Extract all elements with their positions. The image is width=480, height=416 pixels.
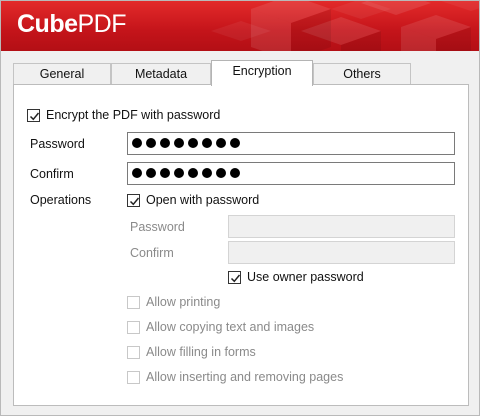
user-confirm-input[interactable] — [228, 241, 455, 264]
cubepdf-logo: CubePDF — [17, 10, 126, 39]
open-with-password-checkbox[interactable] — [127, 194, 140, 207]
tab-metadata[interactable]: Metadata — [111, 63, 211, 85]
logo-light-text: PDF — [77, 10, 127, 38]
allow-inserting-pages-label: Allow inserting and removing pages — [146, 370, 344, 384]
brand-banner: CubePDF — [1, 1, 479, 51]
password-mask — [132, 138, 240, 150]
allow-filling-forms-label: Allow filling in forms — [146, 345, 256, 359]
owner-confirm-input[interactable] — [127, 162, 455, 185]
open-with-password-label: Open with password — [146, 193, 260, 207]
operations-label: Operations — [30, 193, 92, 207]
password-label: Password — [30, 137, 85, 151]
logo-bold-text: Cube — [17, 10, 78, 38]
user-confirm-label: Confirm — [130, 246, 174, 260]
confirm-mask — [132, 168, 240, 180]
encrypt-label: Encrypt the PDF with password — [46, 108, 221, 122]
allow-copying-checkbox[interactable] — [127, 321, 140, 334]
checkmark-icon — [230, 274, 241, 283]
use-owner-password-checkbox[interactable] — [228, 271, 241, 284]
confirm-label: Confirm — [30, 167, 74, 181]
allow-inserting-pages-checkbox[interactable] — [127, 371, 140, 384]
allow-printing-checkbox[interactable] — [127, 296, 140, 309]
allow-printing-label: Allow printing — [146, 295, 221, 309]
encrypt-checkbox[interactable] — [27, 109, 40, 122]
tab-general[interactable]: General — [13, 63, 111, 85]
owner-password-input[interactable] — [127, 132, 455, 155]
encryption-panel: Encrypt the PDF with password Password C… — [13, 84, 469, 406]
settings-window: CubePDF General Metadata Encryption Othe… — [0, 0, 480, 416]
checkmark-icon — [129, 197, 140, 206]
tab-encryption[interactable]: Encryption — [211, 60, 313, 86]
allow-copying-label: Allow copying text and images — [146, 320, 315, 334]
allow-filling-forms-checkbox[interactable] — [127, 346, 140, 359]
checkmark-icon — [29, 112, 40, 121]
user-password-label: Password — [130, 220, 185, 234]
tab-others[interactable]: Others — [313, 63, 411, 85]
user-password-input[interactable] — [228, 215, 455, 238]
use-owner-password-label: Use owner password — [247, 270, 364, 284]
